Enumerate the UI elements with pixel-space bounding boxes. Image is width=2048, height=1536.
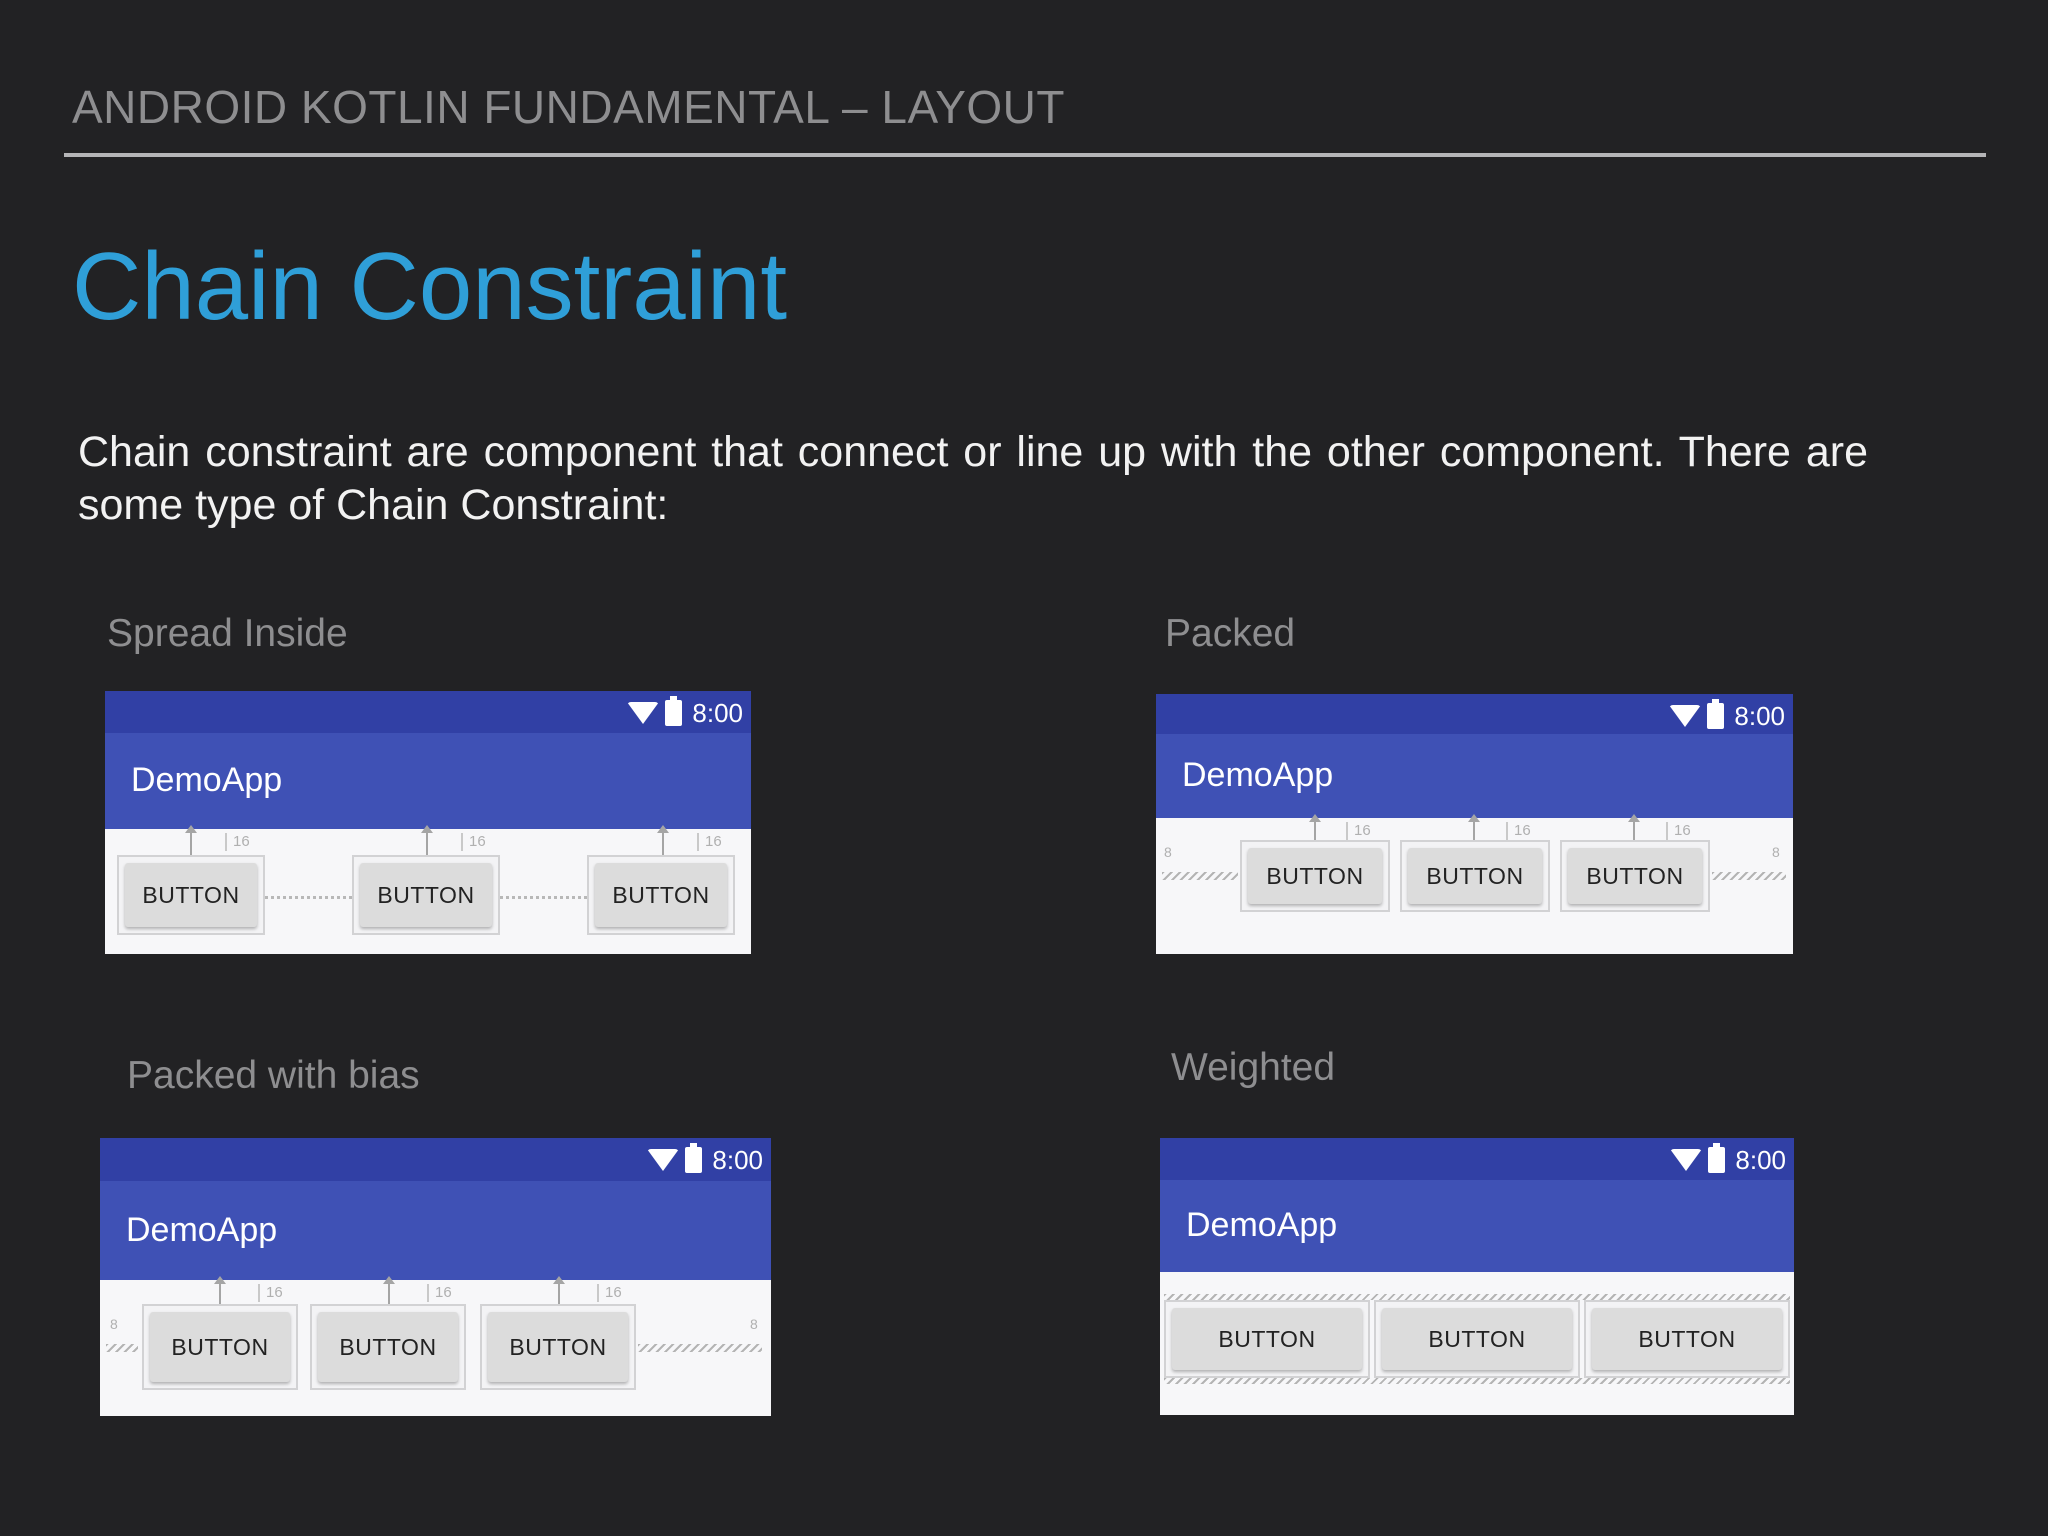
button-container: BUTTON — [587, 855, 735, 935]
chain-button: BUTTON — [1592, 1308, 1782, 1370]
margin-label: 16 — [697, 833, 722, 851]
chain-spring — [638, 1344, 762, 1352]
battery-icon — [1707, 699, 1725, 729]
app-bar: DemoApp — [1156, 734, 1793, 818]
battery-icon — [665, 696, 683, 726]
layout-preview: BUTTON BUTTON BUTTON — [1160, 1272, 1794, 1415]
chain-button: BUTTON — [150, 1312, 290, 1382]
button-container: BUTTON — [1164, 1300, 1370, 1378]
app-title: DemoApp — [1186, 1206, 1338, 1244]
chain-button: BUTTON — [1382, 1308, 1572, 1370]
chain-button: BUTTON — [125, 863, 257, 927]
chain-button: BUTTON — [488, 1312, 628, 1382]
battery-icon — [685, 1143, 703, 1173]
wifi-icon — [627, 702, 660, 724]
button-container: BUTTON — [1374, 1300, 1580, 1378]
button-container: BUTTON — [310, 1304, 466, 1390]
margin-arrow — [421, 825, 433, 855]
chain-button: BUTTON — [1568, 848, 1702, 904]
wifi-icon — [647, 1149, 680, 1171]
button-container: BUTTON — [480, 1304, 636, 1390]
spread-inside-screenshot: 8:00 DemoApp 16 16 16 BUTTON BUTTON BUTT… — [105, 691, 751, 954]
chain-link — [265, 896, 352, 899]
button-container: BUTTON — [142, 1304, 298, 1390]
margin-arrow — [214, 1276, 226, 1306]
battery-icon — [1708, 1143, 1726, 1173]
chain-link — [500, 896, 587, 899]
edge-margin-label: 8 — [1772, 844, 1780, 860]
header-title: ANDROID KOTLIN FUNDAMENTAL – LAYOUT — [72, 81, 1066, 133]
chain-button: BUTTON — [1408, 848, 1542, 904]
margin-label: 16 — [461, 833, 486, 851]
chain-button: BUTTON — [595, 863, 727, 927]
edge-margin-label: 8 — [1164, 844, 1172, 860]
margin-label: 16 — [427, 1284, 452, 1302]
caption-weighted: Weighted — [1171, 1046, 1336, 1089]
wifi-icon — [1670, 1149, 1703, 1171]
button-container: BUTTON — [1400, 840, 1550, 912]
status-bar: 8:00 — [1160, 1138, 1794, 1180]
margin-arrow — [657, 825, 669, 855]
status-time: 8:00 — [1735, 1144, 1786, 1175]
chain-button: BUTTON — [1248, 848, 1382, 904]
status-bar: 8:00 — [100, 1138, 771, 1181]
header-divider — [64, 153, 1986, 157]
caption-spread-inside: Spread Inside — [107, 612, 348, 655]
layout-preview: 8 16 16 16 BUTTON BUTTON BUTTON 8 — [1156, 814, 1793, 954]
status-bar: 8:00 — [1156, 694, 1793, 734]
button-container: BUTTON — [117, 855, 265, 935]
weighted-screenshot: 8:00 DemoApp BUTTON BUTTON BUTTON — [1160, 1138, 1794, 1415]
chain-button: BUTTON — [318, 1312, 458, 1382]
status-time: 8:00 — [1734, 700, 1785, 731]
packed-screenshot: 8:00 DemoApp 8 16 16 16 BUTTON BUTTON BU… — [1156, 694, 1793, 954]
caption-packed-with-bias: Packed with bias — [127, 1054, 420, 1097]
wifi-icon — [1669, 705, 1702, 727]
margin-arrow — [185, 825, 197, 855]
packed-with-bias-screenshot: 8:00 DemoApp 8 16 16 16 BUTTON BUTTON BU… — [100, 1138, 771, 1416]
margin-arrow — [383, 1276, 395, 1306]
app-title: DemoApp — [131, 761, 283, 799]
margin-label: 16 — [1506, 822, 1531, 840]
description-text: Chain constraint are component that conn… — [78, 428, 1868, 529]
button-container: BUTTON — [352, 855, 500, 935]
chain-button: BUTTON — [1172, 1308, 1362, 1370]
chain-spring — [106, 1344, 138, 1352]
margin-label: 16 — [1666, 822, 1691, 840]
edge-margin-label: 8 — [110, 1316, 118, 1332]
button-container: BUTTON — [1560, 840, 1710, 912]
edge-margin-label: 8 — [750, 1316, 758, 1332]
status-time: 8:00 — [712, 1144, 763, 1175]
slide-title: Chain Constraint — [72, 233, 788, 340]
app-bar: DemoApp — [105, 733, 751, 829]
margin-arrow — [553, 1276, 565, 1306]
layout-preview: 16 16 16 BUTTON BUTTON BUTTON — [105, 825, 751, 954]
chain-spring — [1162, 872, 1238, 880]
chain-spring — [1712, 872, 1786, 880]
margin-label: 16 — [1346, 822, 1371, 840]
chain-button: BUTTON — [360, 863, 492, 927]
button-container: BUTTON — [1240, 840, 1390, 912]
app-bar: DemoApp — [1160, 1180, 1794, 1272]
chain-spring — [1164, 1378, 1790, 1384]
button-container: BUTTON — [1584, 1300, 1790, 1378]
status-bar: 8:00 — [105, 691, 751, 733]
app-bar: DemoApp — [100, 1181, 771, 1280]
layout-preview: 8 16 16 16 BUTTON BUTTON BUTTON 8 — [100, 1276, 771, 1416]
status-time: 8:00 — [692, 697, 743, 728]
caption-packed: Packed — [1165, 612, 1296, 655]
margin-label: 16 — [225, 833, 250, 851]
app-title: DemoApp — [126, 1211, 278, 1249]
margin-label: 16 — [597, 1284, 622, 1302]
margin-label: 16 — [258, 1284, 283, 1302]
app-title: DemoApp — [1182, 756, 1334, 794]
